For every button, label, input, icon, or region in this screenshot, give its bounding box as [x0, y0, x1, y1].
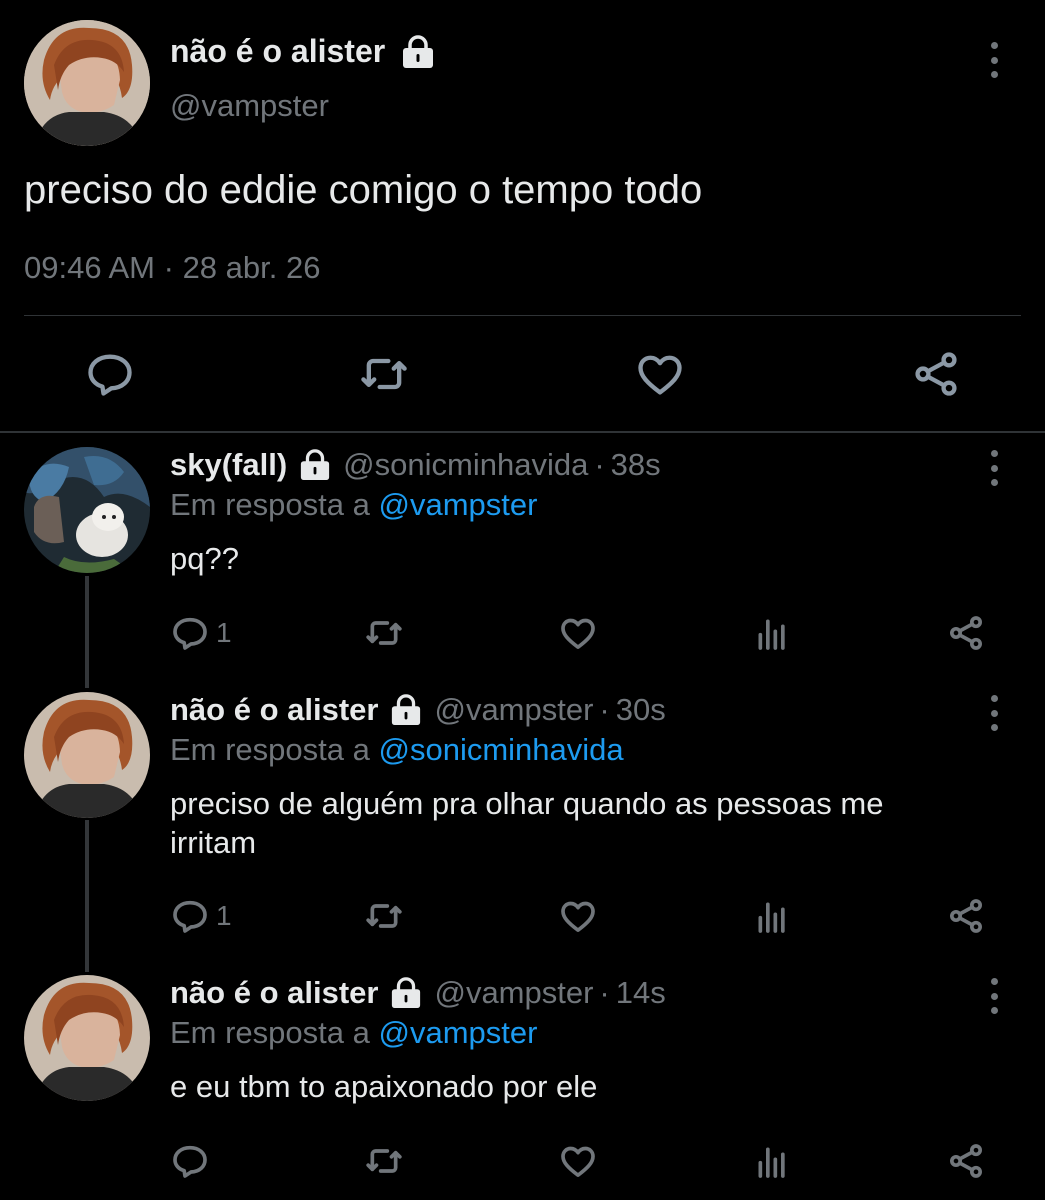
- tweet-time[interactable]: 30s: [616, 692, 666, 728]
- tweet-time[interactable]: 14s: [616, 975, 666, 1011]
- share-icon[interactable]: [946, 1141, 986, 1181]
- more-options-icon[interactable]: [982, 978, 1006, 1014]
- like-icon[interactable]: [558, 1141, 598, 1181]
- author-name[interactable]: não é o alister: [170, 692, 378, 728]
- reply-tweet[interactable]: não é o alister @vampster · 30s Em respo…: [0, 692, 1045, 952]
- tweet-timestamp: 09:46 AM · 28 abr. 26: [24, 250, 320, 286]
- tweet-text: pq??: [170, 541, 239, 576]
- share-icon[interactable]: [946, 896, 986, 936]
- author-handle[interactable]: @vampster: [434, 975, 593, 1011]
- reply-button[interactable]: 1: [170, 896, 232, 936]
- in-reply-prefix: Em resposta a: [170, 1015, 370, 1050]
- lock-icon: [401, 34, 435, 69]
- in-reply-to: Em resposta a @sonicminhavida: [170, 732, 624, 768]
- more-options-icon[interactable]: [982, 695, 1006, 731]
- mention-link[interactable]: @vampster: [379, 487, 538, 522]
- lock-icon: [390, 977, 422, 1009]
- action-bar: [0, 1141, 1045, 1185]
- tweet-time[interactable]: 38s: [611, 447, 661, 483]
- divider: [24, 315, 1021, 316]
- section-divider: [0, 431, 1045, 433]
- retweet-icon[interactable]: [364, 613, 404, 653]
- author-name[interactable]: não é o alister: [170, 33, 385, 70]
- reply-button[interactable]: [170, 1141, 216, 1181]
- in-reply-prefix: Em resposta a: [170, 732, 370, 767]
- retweet-icon[interactable]: [364, 896, 404, 936]
- tweet-text: preciso de alguém pra olhar quando as pe…: [170, 786, 884, 860]
- like-icon[interactable]: [558, 896, 598, 936]
- avatar[interactable]: [24, 975, 150, 1101]
- reply-icon: [173, 617, 207, 650]
- avatar[interactable]: [24, 20, 150, 146]
- avatar[interactable]: [24, 692, 150, 818]
- analytics-icon[interactable]: [752, 896, 792, 936]
- tweet-text: e eu tbm to apaixonado por ele: [170, 1069, 598, 1104]
- reply-count: 1: [216, 900, 232, 931]
- tweet-date[interactable]: 28 abr. 26: [183, 250, 321, 285]
- avatar[interactable]: [24, 447, 150, 573]
- reply-button[interactable]: 1: [170, 613, 232, 653]
- avatar-image: [24, 692, 150, 818]
- action-bar: 1: [0, 896, 1045, 940]
- author-name[interactable]: não é o alister: [170, 975, 378, 1011]
- meta-separator: ·: [599, 975, 610, 1010]
- main-tweet: não é o alister @vampster preciso do edd…: [0, 0, 1045, 432]
- in-reply-prefix: Em resposta a: [170, 487, 370, 522]
- retweet-icon[interactable]: [358, 348, 410, 400]
- lock-icon: [299, 449, 331, 481]
- author-handle[interactable]: @vampster: [170, 88, 329, 124]
- author-handle[interactable]: @vampster: [434, 692, 593, 728]
- reply-tweet[interactable]: sky(fall) @sonicminhavida · 38s Em respo…: [0, 447, 1045, 667]
- analytics-icon[interactable]: [752, 613, 792, 653]
- action-bar: 1: [0, 613, 1045, 657]
- tweet-text: preciso do eddie comigo o tempo todo: [24, 168, 703, 212]
- more-options-icon[interactable]: [982, 450, 1006, 486]
- analytics-icon[interactable]: [752, 1141, 792, 1181]
- in-reply-to: Em resposta a @vampster: [170, 487, 537, 523]
- mention-link[interactable]: @sonicminhavida: [379, 732, 624, 767]
- lock-icon: [390, 694, 422, 726]
- like-icon[interactable]: [558, 613, 598, 653]
- author-name[interactable]: sky(fall): [170, 447, 287, 483]
- in-reply-to: Em resposta a @vampster: [170, 1015, 537, 1051]
- meta-separator: ·: [163, 250, 174, 285]
- reply-icon: [173, 900, 207, 933]
- meta-separator: ·: [599, 692, 610, 727]
- more-options-icon[interactable]: [982, 42, 1006, 78]
- reply-icon: [173, 1145, 207, 1178]
- reply-count: 1: [216, 617, 232, 648]
- tweet-time: 09:46 AM: [24, 250, 155, 285]
- meta-separator: ·: [594, 447, 605, 482]
- reply-tweet[interactable]: não é o alister @vampster · 14s Em respo…: [0, 975, 1045, 1195]
- mention-link[interactable]: @vampster: [379, 1015, 538, 1050]
- avatar-image: [24, 975, 150, 1101]
- retweet-icon[interactable]: [364, 1141, 404, 1181]
- author-handle[interactable]: @sonicminhavida: [343, 447, 588, 483]
- like-icon[interactable]: [634, 348, 686, 400]
- avatar-image: [24, 447, 150, 573]
- reply-icon[interactable]: [84, 348, 136, 400]
- share-icon[interactable]: [910, 348, 962, 400]
- share-icon[interactable]: [946, 613, 986, 653]
- avatar-image: [24, 20, 150, 146]
